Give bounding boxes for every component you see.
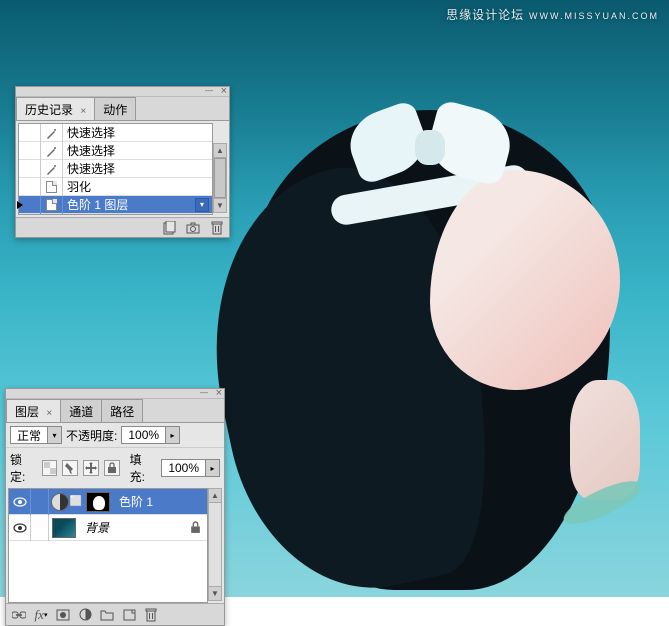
visibility-toggle[interactable] (9, 515, 31, 541)
new-group-button[interactable] (96, 606, 118, 624)
chevron-right-icon: ▸ (165, 427, 179, 443)
visibility-toggle[interactable] (9, 489, 31, 515)
quick-select-icon (46, 127, 58, 139)
tab-label: 动作 (103, 103, 127, 117)
watermark-text: 思缘设计论坛 (446, 8, 524, 22)
tab-paths[interactable]: 路径 (101, 399, 143, 422)
history-item-label: 色阶 1 图层 (63, 196, 195, 213)
scrollbar[interactable]: ▲ ▼ (208, 488, 222, 601)
scroll-down-icon[interactable]: ▼ (214, 198, 226, 212)
layer-mask-thumbnail[interactable] (86, 492, 110, 512)
tab-channels[interactable]: 通道 (60, 399, 102, 422)
opacity-label: 不透明度: (66, 427, 117, 444)
history-item-label: 快速选择 (63, 142, 212, 159)
tab-close-icon[interactable]: × (46, 408, 52, 419)
panel-titlebar[interactable]: — × (16, 87, 229, 97)
history-item-label: 快速选择 (63, 160, 212, 177)
fill-value: 100% (162, 461, 205, 475)
delete-layer-button[interactable] (140, 606, 162, 624)
history-item-label: 快速选择 (63, 124, 212, 141)
document-icon (46, 181, 57, 193)
tab-label: 通道 (69, 405, 93, 419)
close-icon[interactable]: × (216, 387, 222, 399)
new-document-from-state-button[interactable] (157, 219, 181, 237)
history-item[interactable]: 快速选择 (19, 142, 212, 160)
layer-options-row: 正常 ▾ 不透明度: 100% ▸ (6, 423, 224, 447)
history-panel[interactable]: — × 历史记录 × 动作 快速选择 快速选择 快速选择 (15, 86, 230, 238)
layer-style-button[interactable]: fx▾ (30, 606, 52, 624)
tab-actions[interactable]: 动作 (94, 97, 136, 120)
minimize-icon[interactable]: — (205, 86, 213, 95)
layer-row[interactable]: 背景 (9, 515, 207, 541)
history-tabs: 历史记录 × 动作 (16, 97, 229, 121)
watermark: 思缘设计论坛 WWW.MISSYUAN.COM (446, 6, 659, 23)
tab-history[interactable]: 历史记录 × (16, 97, 95, 120)
layer-row-selected[interactable]: ⬜ 色阶 1 (9, 489, 207, 515)
opacity-value: 100% (122, 428, 165, 442)
scrollbar[interactable]: ▲ ▼ (213, 143, 227, 213)
layer-thumbnail[interactable] (52, 518, 76, 538)
history-item[interactable]: 羽化 (19, 178, 212, 196)
lock-position-button[interactable] (83, 460, 99, 476)
current-state-marker (17, 201, 23, 209)
history-item-selected[interactable]: 色阶 1 图层 ▾ (19, 196, 212, 214)
tab-close-icon[interactable]: × (80, 106, 86, 117)
levels-adjustment-icon (51, 493, 69, 511)
fill-label: 填充: (130, 451, 157, 485)
scroll-up-icon[interactable]: ▲ (209, 489, 221, 503)
lock-row: 锁定: 填充: 100% ▸ (6, 447, 224, 488)
lock-icon (190, 521, 201, 534)
scroll-down-icon[interactable]: ▼ (209, 586, 221, 600)
lock-pixels-button[interactable] (62, 460, 78, 476)
history-item[interactable]: 快速选择 (19, 124, 212, 142)
scroll-up-icon[interactable]: ▲ (214, 144, 226, 158)
panel-titlebar[interactable]: — × (6, 389, 224, 399)
chevron-down-icon: ▾ (47, 427, 61, 443)
eye-icon (13, 523, 27, 533)
chevron-right-icon: ▸ (205, 460, 219, 476)
history-item-label: 羽化 (63, 178, 212, 195)
history-item[interactable]: 快速选择 (19, 160, 212, 178)
history-list: 快速选择 快速选择 快速选择 羽化 色阶 1 图层 (18, 123, 213, 215)
quick-select-icon (46, 163, 58, 175)
new-adjustment-layer-button[interactable] (74, 606, 96, 624)
lock-all-button[interactable] (104, 460, 120, 476)
minimize-icon[interactable]: — (200, 388, 208, 397)
opacity-input[interactable]: 100% ▸ (121, 426, 180, 444)
fill-input[interactable]: 100% ▸ (161, 459, 220, 477)
layers-tabs: 图层 × 通道 路径 (6, 399, 224, 423)
close-icon[interactable]: × (221, 85, 227, 97)
blend-mode-select[interactable]: 正常 ▾ (10, 426, 62, 444)
photo-subject (200, 110, 669, 590)
blend-mode-value: 正常 (11, 427, 47, 444)
layers-panel[interactable]: — × 图层 × 通道 路径 正常 ▾ 不透明度: 100% ▸ 锁定: (5, 388, 225, 626)
history-dropdown-icon[interactable]: ▾ (195, 198, 209, 212)
new-layer-button[interactable] (118, 606, 140, 624)
layers-footer: fx▾ (6, 603, 224, 625)
scroll-thumb[interactable] (214, 158, 226, 198)
watermark-url: WWW.MISSYUAN.COM (529, 11, 659, 21)
layer-name: 色阶 1 (113, 493, 153, 510)
add-mask-button[interactable] (52, 606, 74, 624)
document-icon (46, 199, 57, 211)
link-icon: ⬜ (71, 496, 81, 507)
eye-icon (13, 497, 27, 507)
quick-select-icon (46, 145, 58, 157)
history-footer (16, 217, 229, 237)
lock-label: 锁定: (10, 451, 37, 485)
tab-label: 历史记录 (25, 103, 73, 117)
layer-list: ⬜ 色阶 1 背景 (8, 488, 208, 603)
lock-transparent-button[interactable] (42, 460, 58, 476)
tab-label: 路径 (110, 405, 134, 419)
layer-name: 背景 (79, 519, 109, 536)
tab-layers[interactable]: 图层 × (6, 399, 61, 422)
tab-label: 图层 (15, 405, 39, 419)
new-snapshot-button[interactable] (181, 219, 205, 237)
delete-state-button[interactable] (205, 219, 229, 237)
link-layers-button[interactable] (8, 606, 30, 624)
